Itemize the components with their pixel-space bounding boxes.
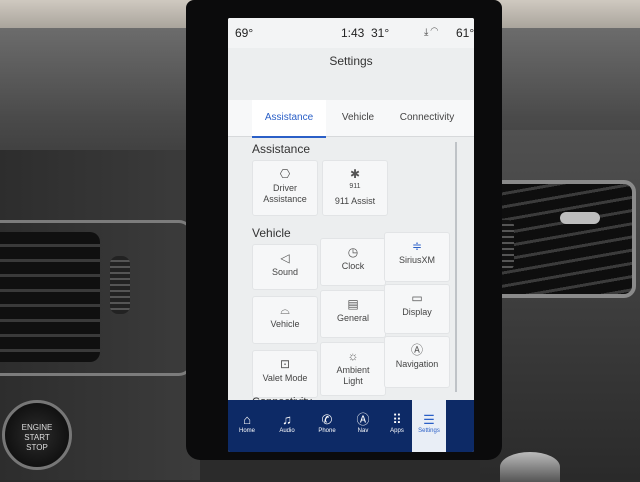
tile-ambient-light[interactable]: ☼ Ambient Light [320,342,386,396]
tile-navigation[interactable]: Ⓐ Navigation [384,336,450,388]
tile-label: Light [343,376,363,386]
tile-general[interactable]: ▤ General [320,290,386,338]
home-icon: ⌂ [243,412,251,427]
tab-assistance[interactable]: Assistance [252,100,326,138]
tab-vehicle[interactable]: Vehicle [328,100,388,136]
nav-label: Nav [357,428,369,434]
bottom-nav-bar: ⌂ Home ♫ Audio ✆ Phone Ⓐ Nav ⠿ Apps ☰ Se… [228,400,474,452]
driver-assist-icon: ⎔ [279,167,291,181]
siriusxm-icon: ≑ [411,239,423,253]
tab-connectivity[interactable]: Connectivity [388,100,466,136]
settings-tabs: Assistance Vehicle Connectivity [228,100,474,138]
tile-label: Display [402,307,432,317]
clock-icon: ◷ [347,245,359,259]
inside-temperature: 31° [371,26,390,40]
clock-time: 1:43 [341,26,365,40]
keyboard-icon: ▤ [347,297,359,311]
nav-settings[interactable]: ☰ Settings [412,400,446,452]
music-note-icon: ♫ [282,412,292,427]
nav-nav[interactable]: Ⓐ Nav [346,400,380,452]
tile-911-assist[interactable]: ✱ 911 911 Assist [322,160,388,216]
nav-arrow-icon: Ⓐ [356,412,370,427]
engine-start-stop-button[interactable]: ENGINE START STOP [2,400,72,470]
settings-sliders-icon: ☰ [423,412,435,427]
nav-phone[interactable]: ✆ Phone [310,400,344,452]
wifi-icon: ◠ [430,27,441,38]
right-vent-tab [560,212,600,224]
status-bar: 69° 1:43 31° ⤓◠ 61° [228,18,474,48]
nav-home[interactable]: ⌂ Home [230,400,264,452]
asterisk-icon: ✱ [349,167,361,181]
infotainment-screen: 69° 1:43 31° ⤓◠ 61° Settings Assistance … [228,18,474,452]
section-heading-vehicle: Vehicle [252,226,291,240]
tile-badge: 911 [349,183,361,190]
apps-grid-icon: ⠿ [392,412,402,427]
left-air-vent [0,232,100,362]
tile-label: Clock [341,261,365,271]
valet-lock-icon: ⊡ [279,357,291,371]
engine-label: ENGINE [21,423,53,432]
tile-label: Vehicle [270,319,300,329]
ambient-light-icon: ☼ [347,349,359,363]
tile-clock[interactable]: ◷ Clock [320,238,386,286]
tile-siriusxm[interactable]: ≑ SiriusXM [384,232,450,282]
navigation-icon: Ⓐ [410,343,423,357]
tile-driver-assistance[interactable]: ⎔ Driver Assistance [252,160,318,216]
car-icon: ⌓ [280,303,290,317]
outside-temperature: 69° [235,26,254,40]
tile-valet-mode[interactable]: ⊡ Valet Mode [252,350,318,398]
tile-label: Driver [273,183,297,193]
nav-label: Apps [390,428,404,434]
console-knob [500,452,560,482]
tile-vehicle[interactable]: ⌓ Vehicle [252,296,318,344]
stop-label: STOP [26,443,48,452]
nav-audio[interactable]: ♫ Audio [270,400,304,452]
tile-label: Navigation [395,359,439,369]
section-heading-assistance: Assistance [252,142,311,156]
right-temperature: 61° [456,26,474,40]
nav-label: Home [238,428,255,434]
tile-label: Sound [271,267,299,277]
nav-apps[interactable]: ⠿ Apps [380,400,414,452]
page-title: Settings [329,54,373,68]
tile-label: SiriusXM [398,255,435,265]
tile-sound[interactable]: ◁ Sound [252,244,318,290]
left-vent-knob [110,256,130,314]
tile-label: 911 Assist [334,196,376,206]
nav-label: Audio [279,428,295,434]
nav-label: Phone [318,428,336,434]
phone-icon: ✆ [321,412,333,427]
tile-label: Valet Mode [262,373,308,383]
speaker-icon: ◁ [280,251,290,265]
tile-label: General [336,313,370,323]
tile-display[interactable]: ▭ Display [384,284,450,334]
tile-label: Ambient [336,365,370,375]
tile-label: Assistance [263,194,307,204]
display-icon: ▭ [411,291,423,305]
start-label: START [24,433,50,442]
scrollbar[interactable] [455,142,457,392]
nav-label: Settings [418,428,440,434]
